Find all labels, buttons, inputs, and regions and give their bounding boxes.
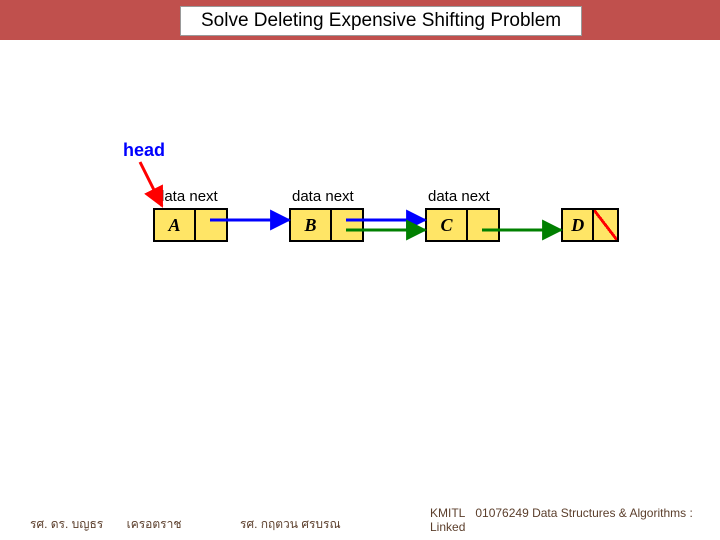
footer-course: KMITL 01076249 Data Structures & Algorit… [430, 506, 720, 534]
node-c: C [425, 208, 500, 242]
node-a: A [153, 208, 228, 242]
slide-title: Solve Deleting Expensive Shifting Proble… [180, 6, 582, 36]
node-b: B [289, 208, 364, 242]
node-c-data: C [427, 210, 468, 240]
head-label: head [123, 140, 165, 161]
title-bar: Solve Deleting Expensive Shifting Proble… [0, 0, 720, 40]
field-labels-c: data next [428, 188, 490, 205]
field-labels-a: data next [156, 188, 218, 205]
node-d: D [561, 208, 619, 242]
field-labels-b: data next [292, 188, 354, 205]
node-a-next [196, 210, 226, 240]
footer-author1: รศ. ดร. บญธร เครอตราช [30, 515, 182, 534]
node-c-next [468, 210, 498, 240]
diagram-stage: head data next data next data next A B C… [0, 40, 720, 480]
node-d-data: D [563, 210, 594, 240]
node-b-next [332, 210, 362, 240]
arrows-svg [0, 40, 720, 480]
footer-author2: รศ. กฤตวน ศรบรณ [240, 515, 341, 534]
node-d-next-null [594, 210, 617, 240]
node-a-data: A [155, 210, 196, 240]
node-b-data: B [291, 210, 332, 240]
